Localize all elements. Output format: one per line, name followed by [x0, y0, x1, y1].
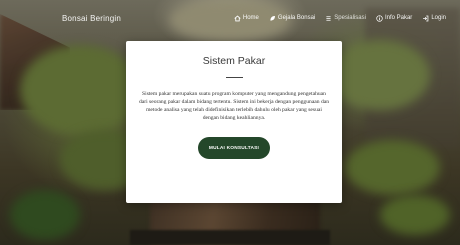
nav-home-label: Home: [242, 15, 259, 21]
nav-gejala-label: Gejala Bonsai: [277, 15, 316, 21]
foliage: [20, 45, 140, 135]
card-description: Sistem pakar merupakan suatu program kom…: [138, 91, 330, 122]
top-navbar: Bonsai Beringin Home Gejala Bonsai Spesi…: [0, 0, 460, 36]
bonsai-pot: [130, 230, 330, 245]
nav-home[interactable]: Home: [234, 14, 259, 22]
start-consultation-button[interactable]: MULAI KONSULTASI: [198, 137, 270, 160]
nav-info-pakar-label: Info Pakar: [384, 15, 413, 21]
nav-links: Home Gejala Bonsai Spesialisasi Info Pak…: [234, 14, 446, 22]
login-icon: [423, 15, 429, 21]
nav-login-label: Login: [431, 15, 446, 21]
nav-gejala[interactable]: Gejala Bonsai: [269, 15, 315, 22]
brand-name[interactable]: Bonsai Beringin: [62, 14, 121, 23]
nav-spesialisasi-label: Spesialisasi: [334, 15, 366, 21]
title-divider: [225, 77, 243, 79]
leaf-icon: [270, 15, 275, 21]
list-icon: [326, 15, 331, 21]
intro-card: Sistem Pakar Sistem pakar merupakan suat…: [126, 41, 342, 203]
home-icon: [234, 14, 241, 21]
foliage: [345, 140, 440, 195]
foliage: [330, 40, 430, 110]
foliage: [10, 190, 80, 240]
card-title: Sistem Pakar: [202, 55, 266, 67]
nav-info-pakar[interactable]: Info Pakar: [376, 14, 413, 22]
nav-login[interactable]: Login: [422, 15, 446, 22]
nav-spesialisasi[interactable]: Spesialisasi: [325, 15, 366, 22]
foliage: [380, 195, 450, 235]
info-icon: [376, 14, 383, 22]
